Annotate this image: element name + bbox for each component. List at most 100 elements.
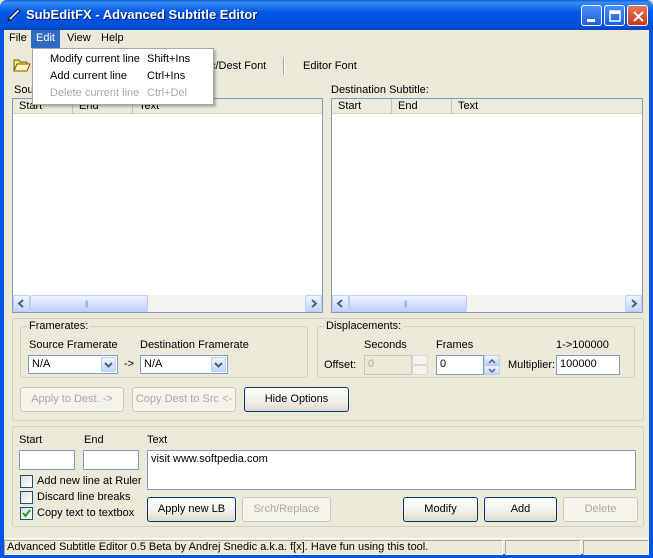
maximize-button[interactable] — [604, 5, 625, 26]
menu-view[interactable]: View — [62, 30, 96, 48]
menu-item-shortcut: Shift+Ins — [147, 53, 191, 65]
status-bar: Advanced Subtitle Editor 0.5 Beta by And… — [4, 538, 649, 555]
arrow-down-icon — [488, 368, 496, 374]
source-horizontal-scrollbar[interactable]: ||| — [13, 295, 322, 312]
dest-list-header: Start End Text — [332, 99, 642, 114]
status-pane-3 — [583, 540, 649, 555]
menu-help[interactable]: Help — [96, 30, 129, 48]
arrow-right-icon — [311, 299, 318, 308]
arrow-left-icon — [17, 299, 24, 308]
folder-open-icon[interactable] — [13, 57, 31, 73]
menu-item-label: Modify current line — [50, 53, 140, 65]
apply-new-lb-button[interactable]: Apply new LB — [147, 497, 236, 522]
maximize-icon — [609, 10, 621, 22]
spin-down-button[interactable] — [484, 365, 500, 375]
scroll-right-button[interactable] — [305, 295, 322, 312]
menu-item-label: Delete current line — [50, 87, 140, 99]
multiplier-label: Multiplier: — [508, 359, 556, 371]
source-subtitle-list[interactable]: Start End Text ||| — [12, 98, 323, 313]
destination-framerate-value: N/A — [144, 358, 163, 370]
scroll-thumb[interactable]: ||| — [349, 295, 467, 312]
menu-item-delete-current-line: Delete current line Ctrl+Del — [33, 85, 213, 102]
offset-seconds-input: 0 — [364, 355, 412, 375]
menu-file[interactable]: File — [4, 30, 32, 48]
dropdown-button[interactable] — [101, 357, 116, 372]
displacements-group-title: Displacements: — [324, 320, 404, 332]
apply-to-dest-button: Apply to Dest. -> — [20, 387, 124, 412]
checkmark-icon — [22, 509, 31, 518]
add-button[interactable]: Add — [484, 497, 557, 522]
copy-text-to-textbox-label[interactable]: Copy text to textbox — [37, 507, 134, 519]
scroll-left-button[interactable] — [13, 295, 30, 312]
dropdown-button[interactable] — [211, 357, 226, 372]
menu-bar: File Edit View Help — [4, 30, 649, 48]
copy-text-to-textbox-checkbox[interactable] — [20, 507, 33, 520]
spin-down-button — [412, 365, 428, 375]
seconds-spinner — [412, 355, 428, 375]
spin-up-button[interactable] — [484, 355, 500, 365]
destination-subtitle-list[interactable]: Start End Text ||| — [331, 98, 643, 313]
menu-item-shortcut: Ctrl+Del — [147, 87, 188, 99]
editor-font-button[interactable]: Editor Font — [303, 60, 357, 72]
status-text: Advanced Subtitle Editor 0.5 Beta by And… — [4, 540, 503, 555]
status-pane-2 — [505, 540, 581, 555]
minimize-button[interactable] — [581, 5, 602, 26]
text-label: Text — [147, 434, 168, 446]
spin-up-button — [412, 355, 428, 365]
multiplier-input[interactable]: 100000 — [556, 355, 620, 375]
scroll-left-button[interactable] — [332, 295, 349, 312]
offset-frames-input[interactable]: 0 — [436, 355, 484, 375]
frames-label: Frames — [436, 339, 474, 351]
column-end[interactable]: End — [392, 99, 452, 114]
add-new-line-at-ruler-label[interactable]: Add new line at Ruler — [37, 475, 142, 487]
search-replace-button: Srch/Replace — [242, 497, 331, 522]
arrow-right-icon — [631, 299, 638, 308]
delete-button: Delete — [563, 497, 638, 522]
subtitle-text-input[interactable]: visit www.softpedia.com — [147, 450, 636, 490]
client-area: File Edit View Help Modify current line … — [4, 30, 649, 555]
column-start[interactable]: Start — [332, 99, 392, 114]
offset-label: Offset: — [324, 359, 357, 371]
title-bar[interactable]: SubEditFX - Advanced Subtitle Editor — [0, 0, 653, 30]
framerates-group-title: Framerates: — [27, 320, 91, 332]
add-new-line-at-ruler-checkbox[interactable] — [20, 475, 33, 488]
arrow-left-icon — [336, 299, 343, 308]
chevron-down-icon — [214, 362, 223, 368]
frames-spinner[interactable] — [484, 355, 500, 375]
modify-button[interactable]: Modify — [403, 497, 478, 522]
arrow-up-icon — [488, 358, 496, 364]
menu-item-shortcut: Ctrl+Ins — [147, 70, 186, 82]
menu-item-label: Add current line — [50, 70, 128, 82]
src-dest-font-button[interactable]: c/Dest Font — [210, 60, 266, 72]
end-label: End — [84, 434, 104, 446]
menu-edit[interactable]: Edit — [31, 30, 60, 48]
hide-options-button[interactable]: Hide Options — [244, 387, 349, 412]
app-pen-icon — [7, 8, 21, 22]
minimize-icon — [587, 19, 595, 22]
end-time-input[interactable] — [83, 450, 139, 470]
destination-subtitle-label: Destination Subtitle: — [331, 84, 429, 96]
edit-menu-dropdown: Modify current line Shift+Ins Add curren… — [32, 48, 214, 105]
destination-framerate-select[interactable]: N/A — [140, 355, 228, 374]
column-text[interactable]: Text — [452, 99, 642, 114]
close-icon — [633, 11, 644, 22]
start-label: Start — [19, 434, 43, 446]
window-title: SubEditFX - Advanced Subtitle Editor — [26, 7, 258, 22]
discard-line-breaks-label[interactable]: Discard line breaks — [37, 491, 131, 503]
start-time-input[interactable] — [19, 450, 75, 470]
seconds-label: Seconds — [364, 339, 407, 351]
dest-horizontal-scrollbar[interactable]: ||| — [332, 295, 642, 312]
scroll-right-button[interactable] — [625, 295, 642, 312]
close-button[interactable] — [627, 5, 648, 26]
discard-line-breaks-checkbox[interactable] — [20, 491, 33, 504]
copy-dest-to-src-button: Copy Dest to Src <- — [132, 387, 236, 412]
source-framerate-label: Source Framerate — [29, 339, 118, 351]
destination-framerate-label: Destination Framerate — [140, 339, 249, 351]
framerate-arrow: -> — [124, 358, 135, 370]
source-framerate-select[interactable]: N/A — [28, 355, 118, 374]
toolbar-separator — [283, 57, 285, 75]
scroll-thumb[interactable]: ||| — [30, 295, 148, 312]
multiplier-range-label: 1->100000 — [556, 339, 609, 351]
menu-item-add-current-line[interactable]: Add current line Ctrl+Ins — [33, 68, 213, 85]
menu-item-modify-current-line[interactable]: Modify current line Shift+Ins — [33, 51, 213, 68]
